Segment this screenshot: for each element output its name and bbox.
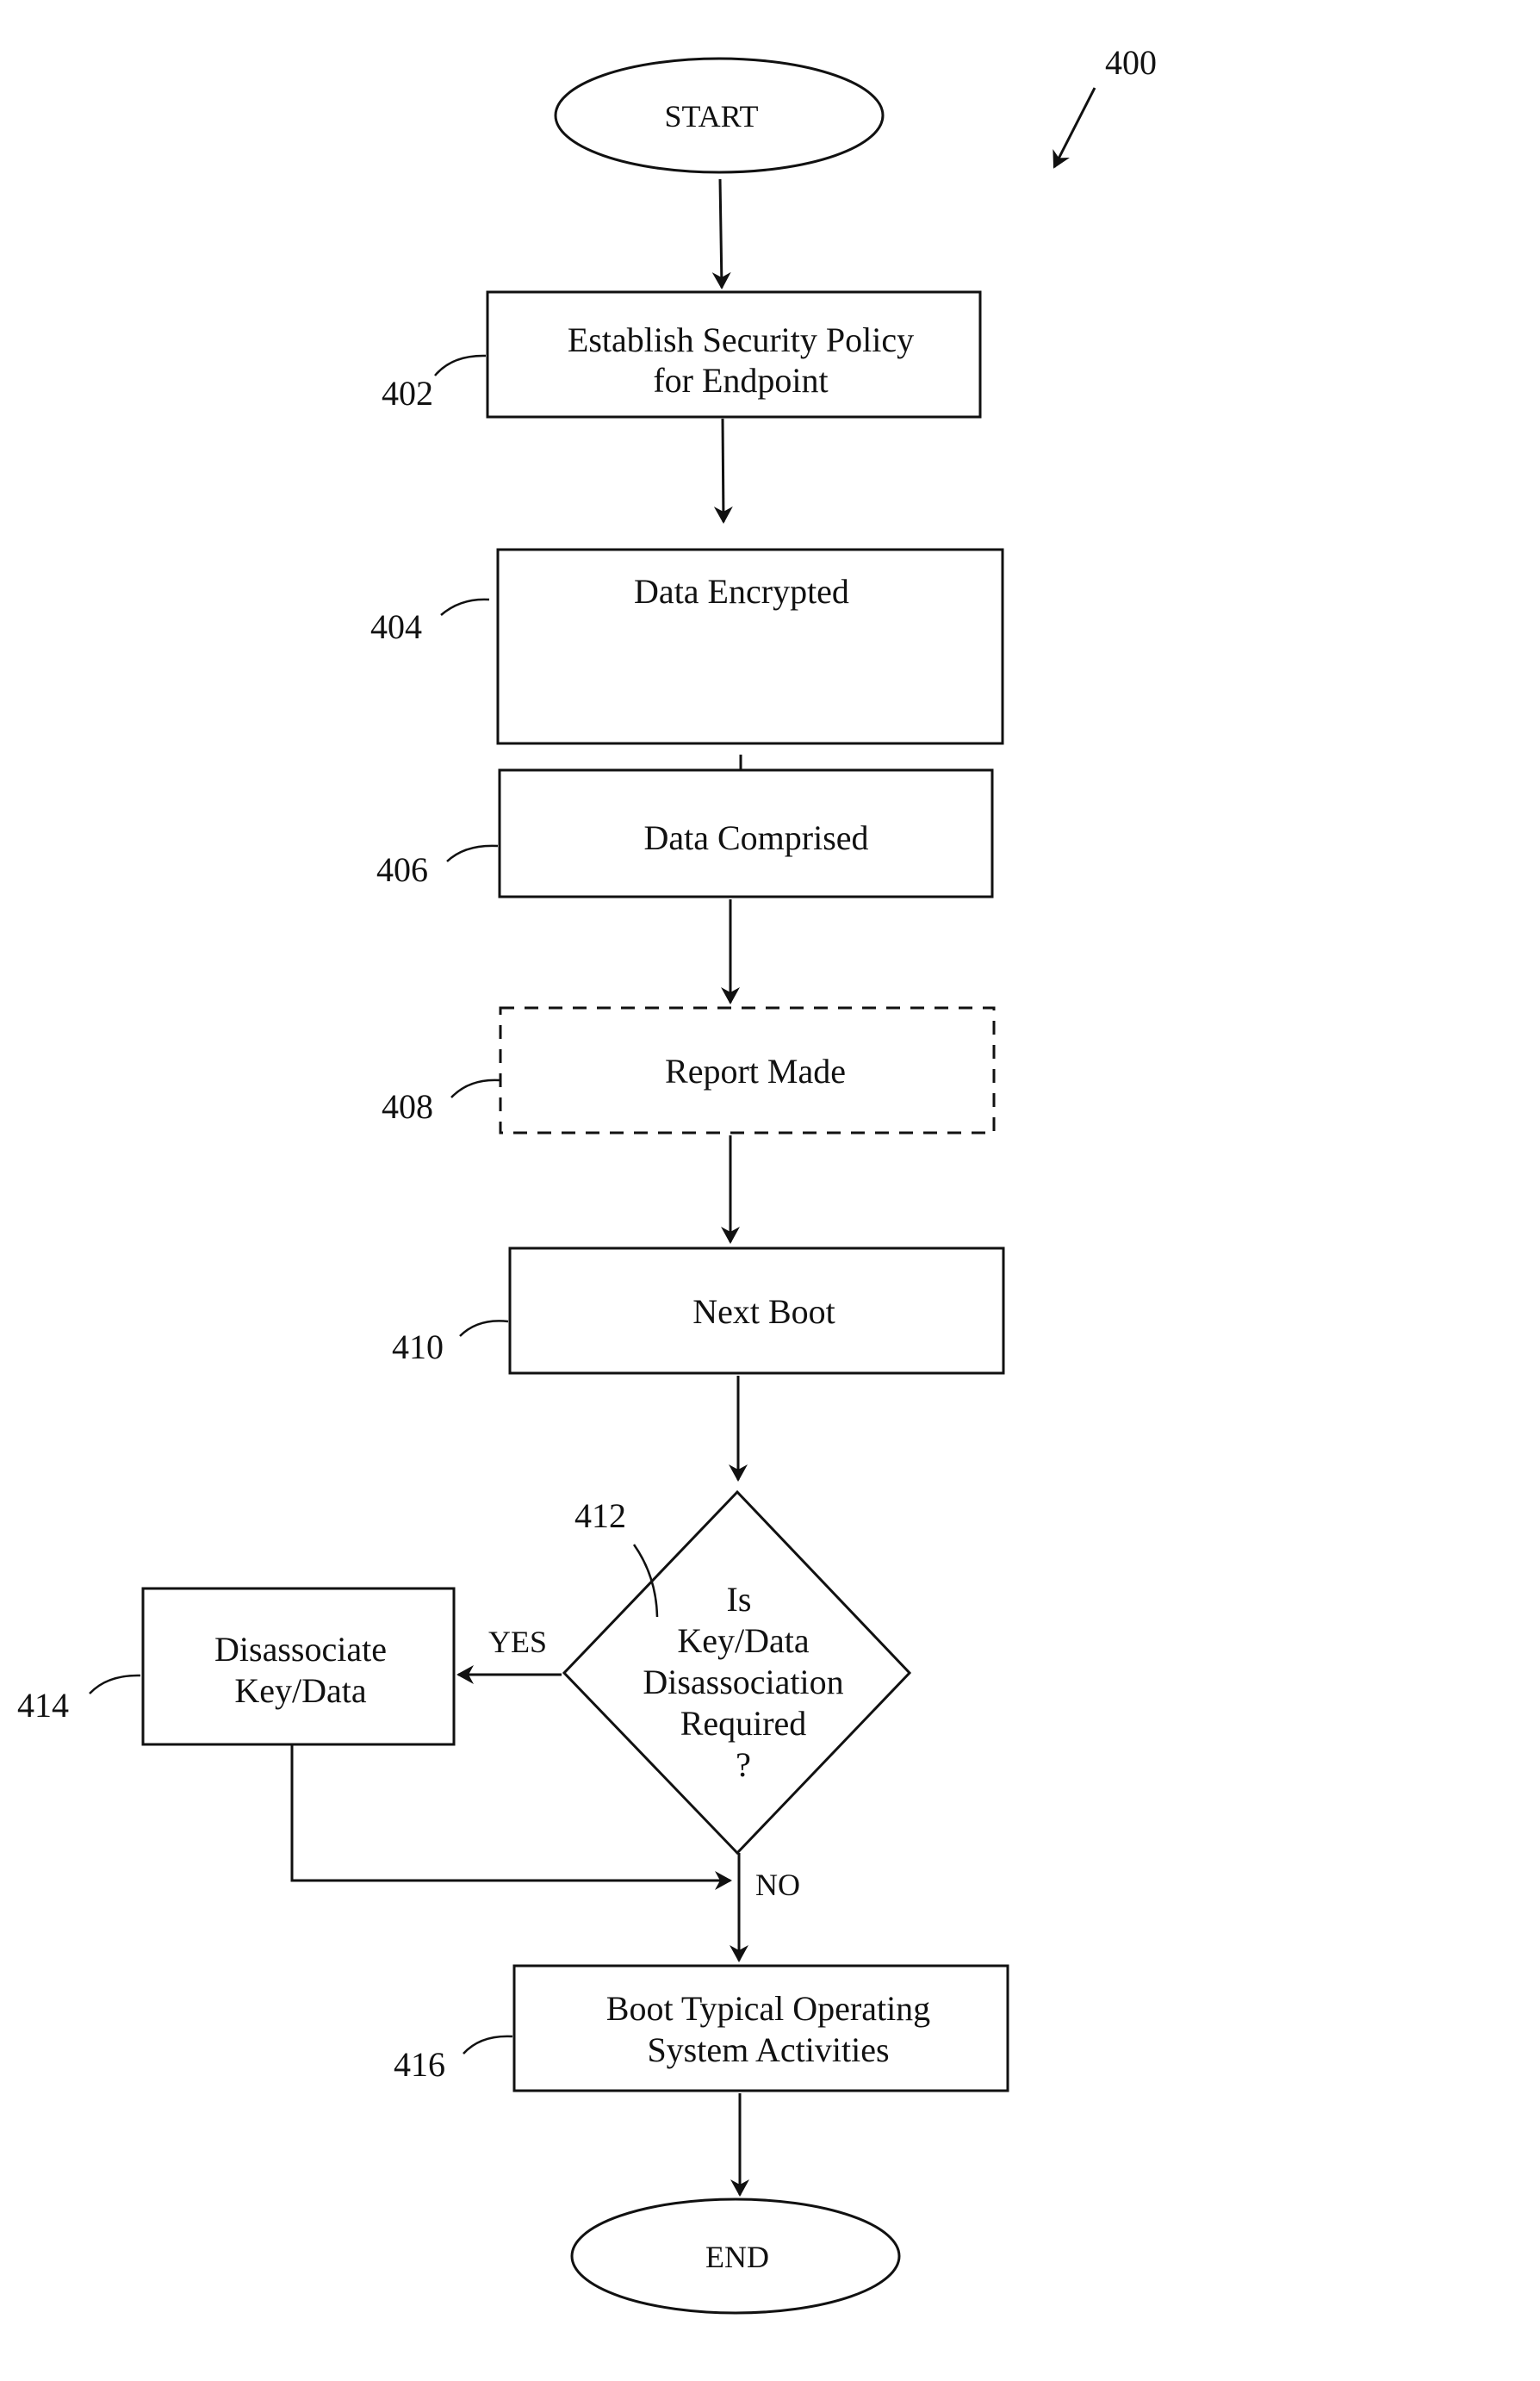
ref-416: 416 bbox=[394, 2045, 445, 2084]
ref-402: 402 bbox=[382, 374, 433, 413]
leader-408 bbox=[450, 1079, 500, 1098]
leader-406 bbox=[446, 844, 499, 862]
node-402-line-1: Establish Security Policy bbox=[568, 320, 914, 359]
node-412-line-2: Key/Data bbox=[677, 1621, 810, 1660]
decision-key-data-disassociation: Is Key/Data Disassociation Required ? bbox=[562, 1489, 912, 1856]
leader-416 bbox=[463, 2035, 513, 2055]
figure-reference: 400 bbox=[1105, 43, 1157, 82]
ref-412: 412 bbox=[574, 1496, 626, 1535]
node-416-line-1: Boot Typical Operating bbox=[606, 1989, 930, 2028]
no-label: NO bbox=[755, 1868, 800, 1902]
ref-410: 410 bbox=[392, 1327, 444, 1366]
ref-406: 406 bbox=[376, 850, 428, 889]
yes-label: YES bbox=[488, 1625, 547, 1659]
node-414-line-1: Disassociate bbox=[214, 1630, 387, 1669]
ref-404: 404 bbox=[370, 607, 422, 646]
process-data-comprised: Data Comprised bbox=[498, 768, 994, 898]
ref-414: 414 bbox=[17, 1686, 69, 1725]
flowchart: 400 START Establish Security Policy for … bbox=[17, 43, 1157, 2315]
process-disassociate-key-data: Disassociate Key/Data bbox=[141, 1587, 456, 1746]
start-terminal: START bbox=[554, 57, 885, 174]
node-416-line-2: System Activities bbox=[647, 2030, 889, 2069]
process-establish-security-policy: Establish Security Policy for Endpoint bbox=[486, 290, 982, 419]
node-402-line-2: for Endpoint bbox=[653, 361, 828, 400]
node-412-line-1: Is bbox=[727, 1580, 752, 1619]
node-412-line-5: ? bbox=[736, 1745, 751, 1784]
process-data-encrypted: Data Encrypted bbox=[496, 548, 1004, 745]
figure-reference-arrow bbox=[1053, 87, 1096, 169]
process-report-made: Report Made bbox=[499, 1006, 996, 1135]
ref-408: 408 bbox=[382, 1087, 433, 1126]
leader-404 bbox=[440, 598, 490, 616]
arrow-start-402 bbox=[711, 178, 731, 289]
node-410-line-1: Next Boot bbox=[692, 1292, 835, 1331]
process-next-boot: Next Boot bbox=[508, 1246, 1005, 1375]
end-terminal: END bbox=[570, 2198, 901, 2315]
leader-402 bbox=[434, 354, 487, 376]
node-412-line-3: Disassociation bbox=[643, 1663, 843, 1701]
node-412-line-4: Required bbox=[680, 1704, 807, 1743]
end-label: END bbox=[705, 2240, 769, 2274]
process-boot-typical-os-activities: Boot Typical Operating System Activities bbox=[512, 1964, 1009, 2092]
node-404-line-1: Data Encrypted bbox=[634, 572, 849, 611]
node-414-line-2: Key/Data bbox=[234, 1671, 367, 1710]
start-label: START bbox=[665, 99, 759, 134]
node-408-line-1: Report Made bbox=[665, 1052, 846, 1091]
leader-414 bbox=[89, 1674, 141, 1694]
leader-410 bbox=[459, 1320, 509, 1337]
node-406-line-1: Data Comprised bbox=[643, 818, 868, 857]
